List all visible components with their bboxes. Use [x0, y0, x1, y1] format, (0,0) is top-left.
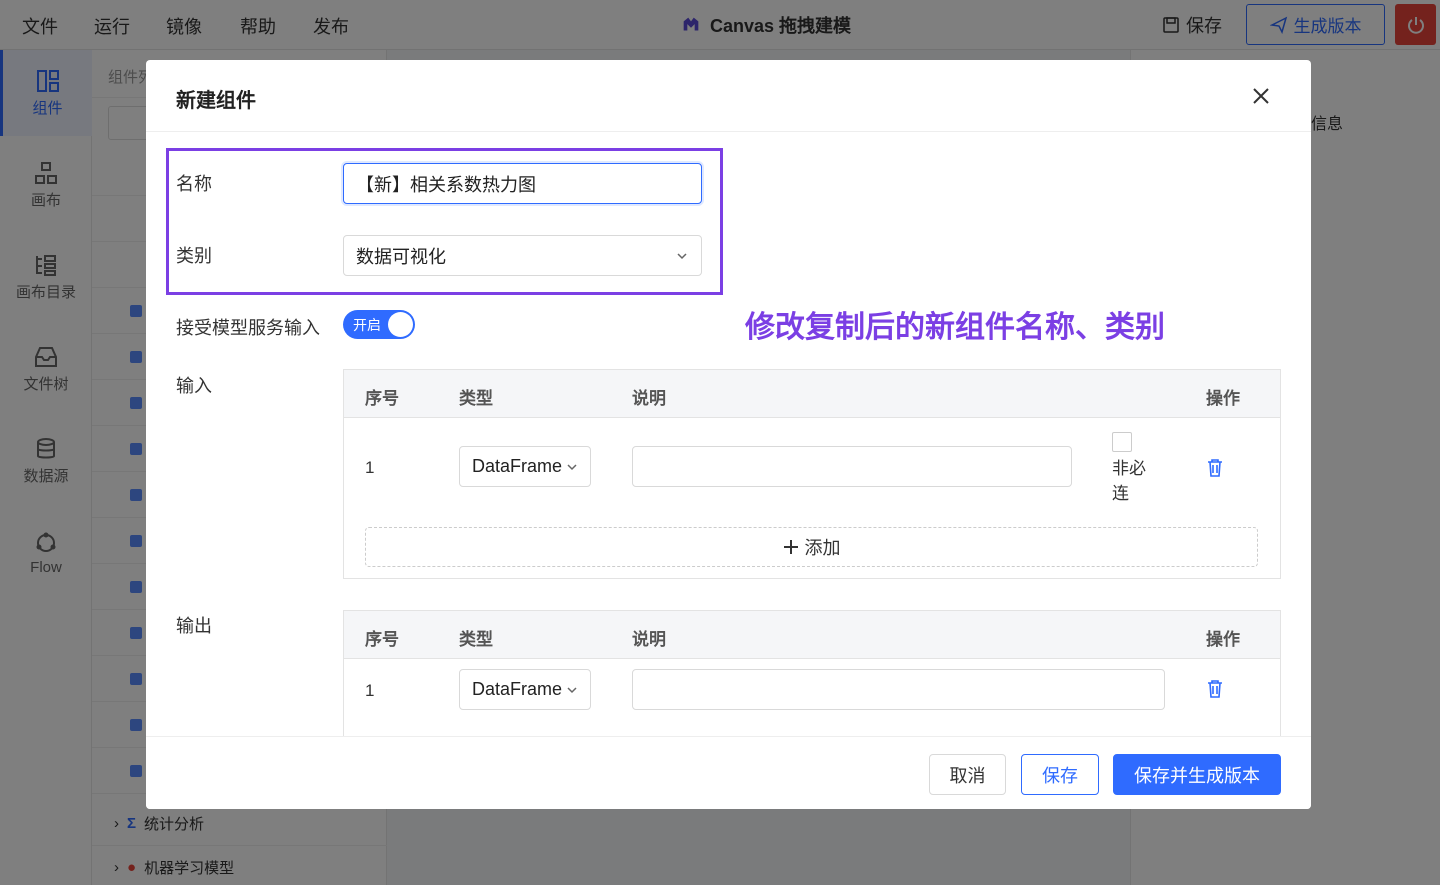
- col-index: 序号: [365, 630, 399, 649]
- service-input-toggle[interactable]: 开启: [343, 310, 415, 339]
- type-value: DataFrame: [472, 456, 563, 476]
- table-header: 序号 类型 说明 操作: [344, 611, 1280, 659]
- toggle-knob: [388, 312, 413, 337]
- input-label: 输入: [176, 376, 212, 396]
- toggle-text: 开启: [353, 316, 381, 333]
- dialog-header: 新建组件: [146, 60, 1311, 132]
- chevron-down-icon: [567, 463, 577, 470]
- close-icon[interactable]: [1249, 84, 1273, 108]
- input-table: 序号 类型 说明 操作 1 DataFrame 非必连 添加: [343, 369, 1281, 579]
- category-value: 数据可视化: [356, 246, 446, 267]
- col-op: 操作: [1206, 630, 1240, 649]
- col-type: 类型: [459, 389, 493, 408]
- name-input[interactable]: [343, 163, 702, 204]
- plus-icon: [783, 540, 798, 554]
- input-desc-field[interactable]: [632, 446, 1072, 487]
- save-and-generate-button[interactable]: 保存并生成版本: [1113, 754, 1281, 795]
- row-index: 1: [365, 681, 375, 700]
- category-label: 类别: [176, 246, 212, 266]
- col-op: 操作: [1206, 389, 1240, 408]
- output-label: 输出: [176, 616, 212, 636]
- chevron-down-icon: [677, 252, 687, 259]
- trash-icon[interactable]: [1206, 458, 1224, 478]
- category-select[interactable]: 数据可视化: [343, 235, 702, 276]
- trash-icon[interactable]: [1206, 679, 1224, 699]
- chevron-down-icon: [567, 686, 577, 693]
- dialog-title: 新建组件: [176, 90, 256, 112]
- optional-checkbox[interactable]: [1112, 432, 1132, 452]
- add-label: 添加: [804, 538, 841, 558]
- col-type: 类型: [459, 630, 493, 649]
- type-value: DataFrame: [472, 679, 563, 699]
- cancel-button[interactable]: 取消: [929, 754, 1006, 795]
- output-desc-field[interactable]: [632, 669, 1165, 710]
- input-type-select[interactable]: DataFrame: [459, 446, 591, 487]
- annotation-text: 修改复制后的新组件名称、类别: [745, 311, 1165, 344]
- new-component-dialog: 新建组件 名称 类别 数据可视化 修改复制后的新组件名称、类别 接受模型服务输入…: [146, 60, 1311, 809]
- table-header: 序号 类型 说明 操作: [344, 370, 1280, 418]
- service-input-label: 接受模型服务输入: [176, 318, 320, 338]
- output-table: 序号 类型 说明 操作 1 DataFrame: [343, 610, 1281, 750]
- row-index: 1: [365, 458, 375, 477]
- col-desc: 说明: [632, 389, 666, 408]
- output-type-select[interactable]: DataFrame: [459, 669, 591, 710]
- name-label: 名称: [176, 174, 212, 194]
- add-input-button[interactable]: 添加: [365, 527, 1258, 567]
- optional-label: 非必连: [1112, 459, 1146, 503]
- col-index: 序号: [365, 389, 399, 408]
- dialog-footer: 取消 保存 保存并生成版本: [146, 736, 1311, 809]
- col-desc: 说明: [632, 630, 666, 649]
- save-button[interactable]: 保存: [1021, 754, 1099, 795]
